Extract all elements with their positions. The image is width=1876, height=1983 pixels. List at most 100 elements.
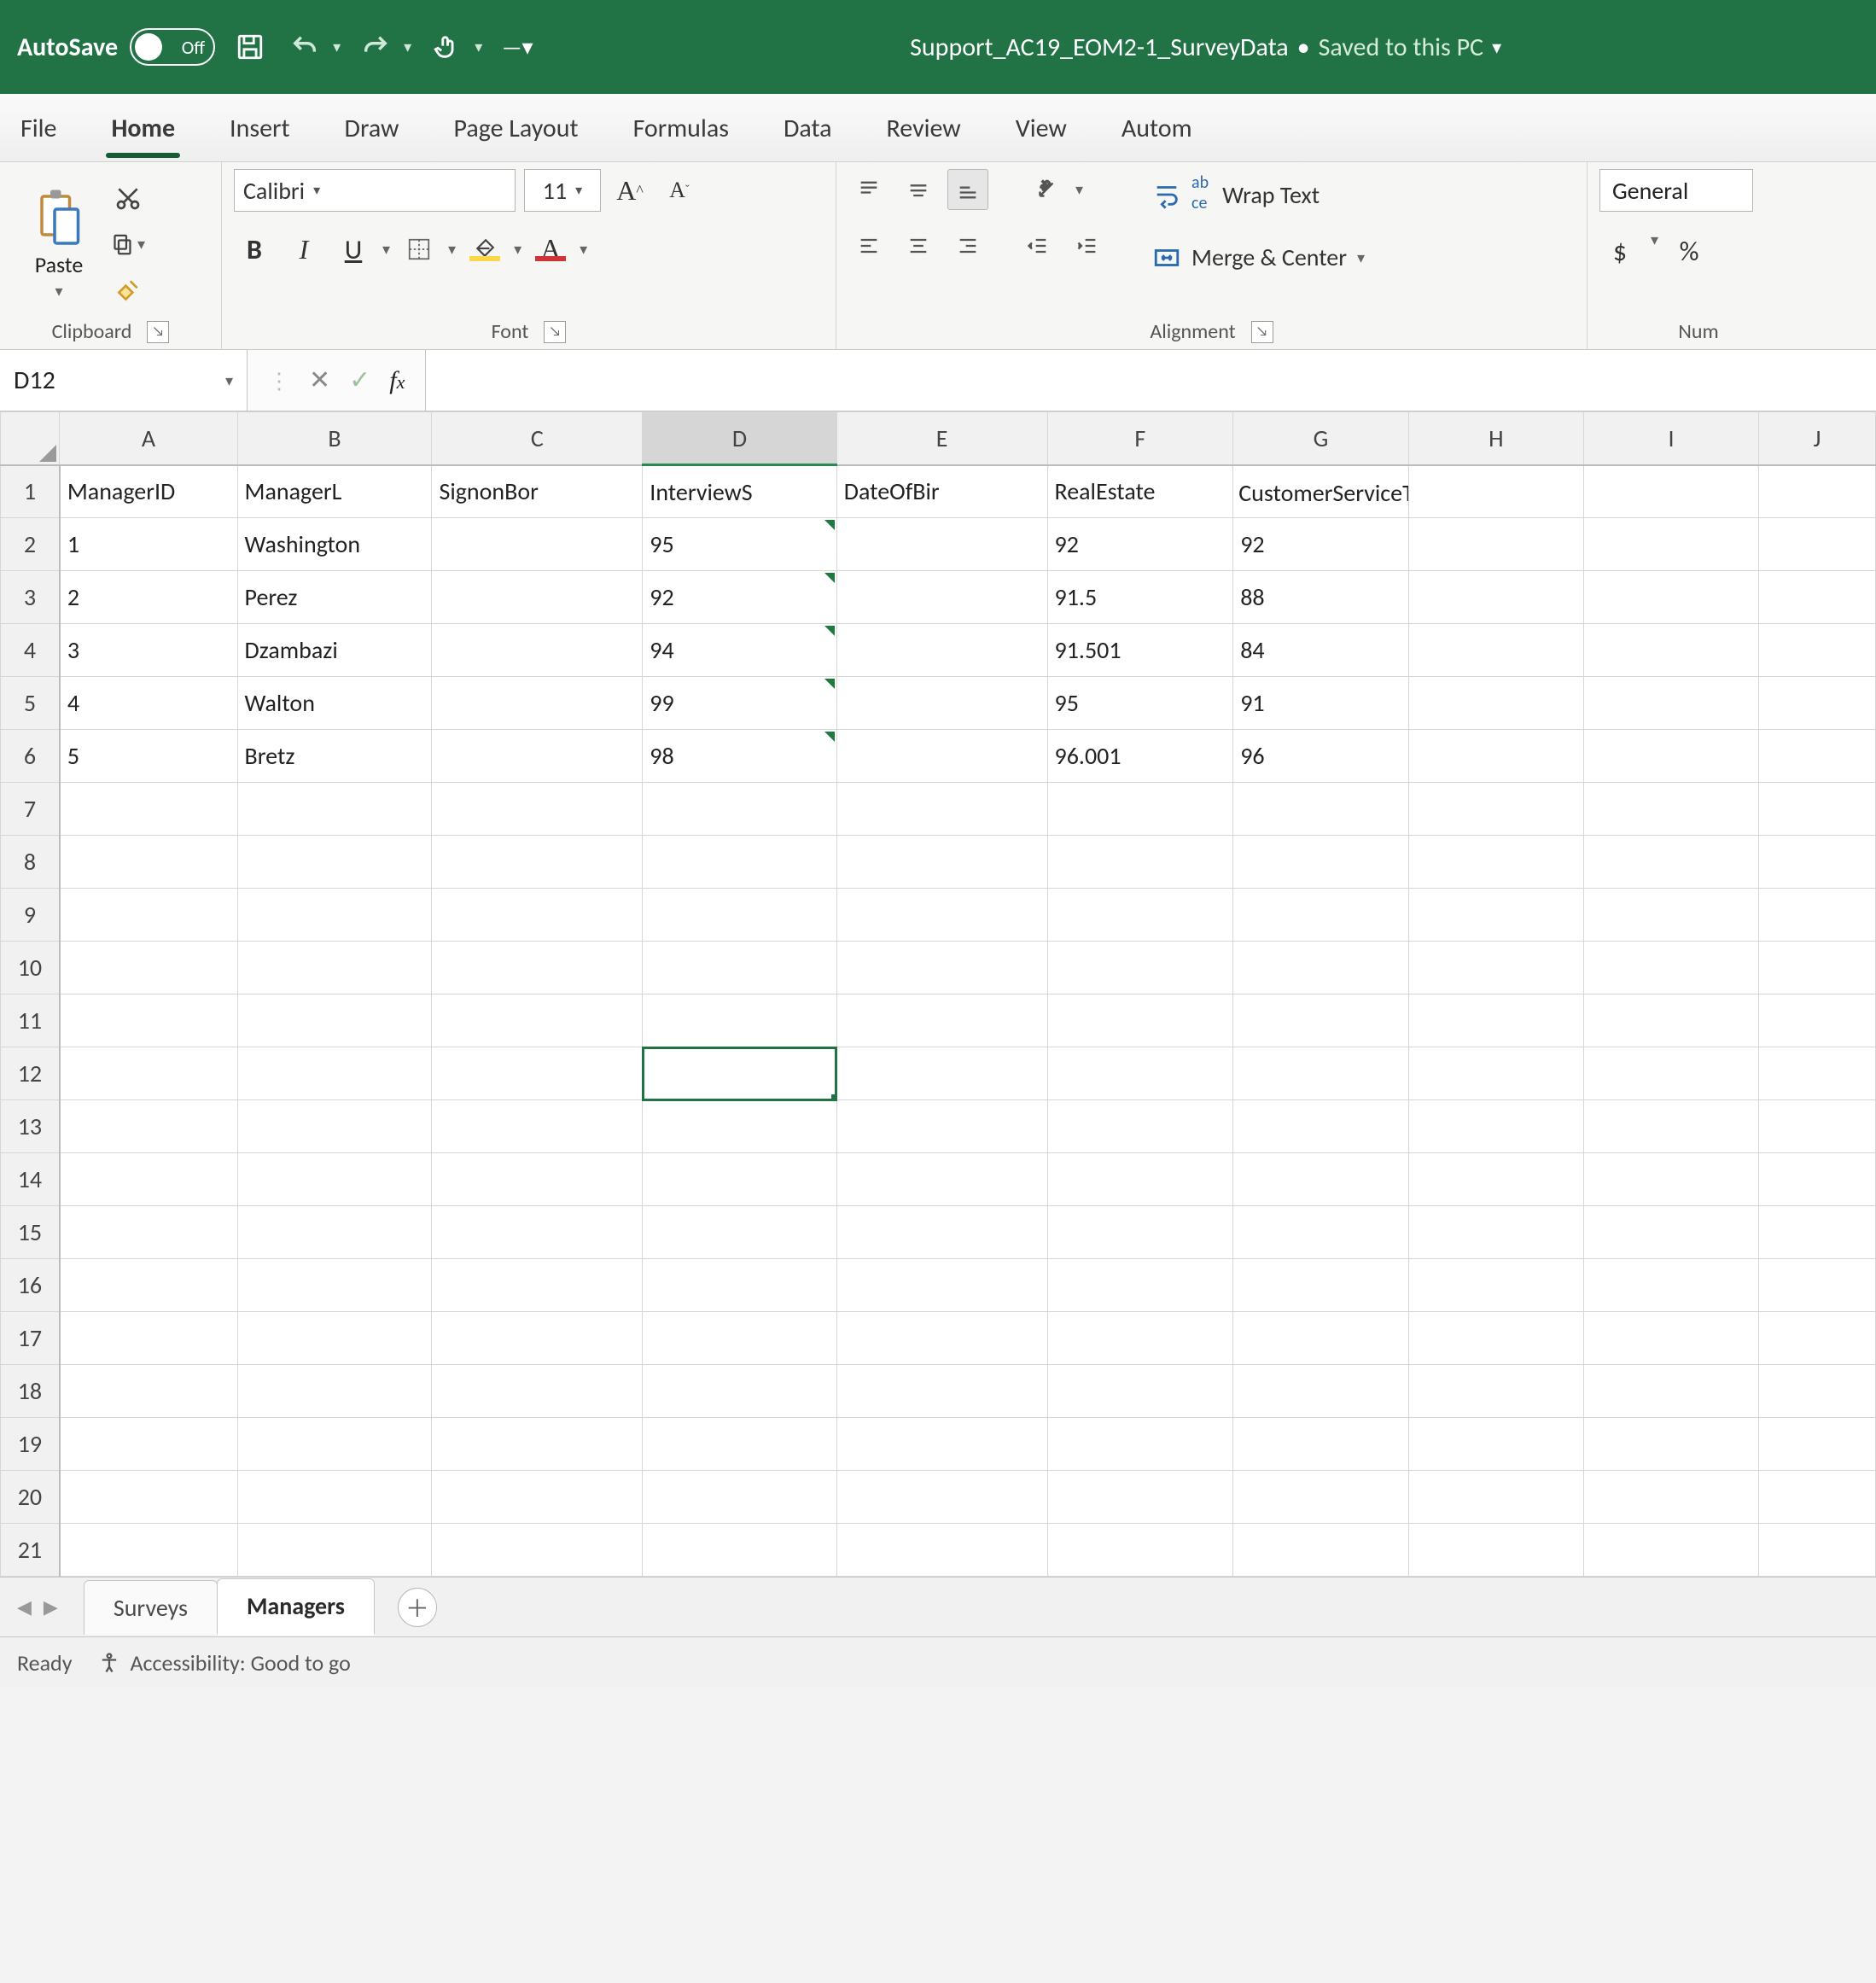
- row-header[interactable]: 19: [1, 1418, 60, 1471]
- cell[interactable]: [836, 571, 1047, 624]
- cell[interactable]: [836, 1524, 1047, 1577]
- cell[interactable]: [1758, 677, 1875, 730]
- error-indicator-icon[interactable]: [824, 573, 835, 583]
- row-header[interactable]: 9: [1, 889, 60, 942]
- row-header[interactable]: 18: [1, 1365, 60, 1418]
- format-painter-icon[interactable]: [111, 273, 145, 307]
- undo-icon[interactable]: [285, 27, 324, 67]
- accept-formula-icon[interactable]: ✓: [349, 365, 370, 396]
- cell[interactable]: [237, 1418, 432, 1471]
- touch-dropdown[interactable]: ▾: [475, 38, 482, 56]
- cell[interactable]: Washington: [237, 518, 432, 571]
- cell[interactable]: [1584, 942, 1759, 994]
- table-row[interactable]: 7: [1, 783, 1876, 836]
- cell[interactable]: [1408, 518, 1583, 571]
- col-header-A[interactable]: A: [60, 412, 237, 465]
- table-row[interactable]: 65Bretz9896.00196: [1, 730, 1876, 783]
- cell[interactable]: [1408, 1471, 1583, 1524]
- cell[interactable]: [60, 889, 237, 942]
- cell[interactable]: [237, 1100, 432, 1153]
- cell[interactable]: [432, 1259, 643, 1312]
- sheet-table[interactable]: A B C D E F G H I J 1ManagerIDManagerLSi…: [0, 411, 1876, 1577]
- cell[interactable]: [1584, 1365, 1759, 1418]
- title-dropdown-icon[interactable]: ▾: [1492, 36, 1501, 59]
- table-row[interactable]: 17: [1, 1312, 1876, 1365]
- cell[interactable]: [1047, 1365, 1233, 1418]
- cell[interactable]: [1584, 1312, 1759, 1365]
- cell[interactable]: [60, 836, 237, 889]
- cell[interactable]: [1047, 1524, 1233, 1577]
- cell[interactable]: [60, 1312, 237, 1365]
- cut-icon[interactable]: [111, 181, 145, 215]
- cell[interactable]: [432, 518, 643, 571]
- cell[interactable]: [1584, 1100, 1759, 1153]
- cell[interactable]: [1408, 624, 1583, 677]
- cell[interactable]: InterviewS: [643, 465, 836, 518]
- cell[interactable]: [1047, 1100, 1233, 1153]
- cell[interactable]: [836, 1471, 1047, 1524]
- cell[interactable]: [60, 942, 237, 994]
- row-header[interactable]: 12: [1, 1047, 60, 1100]
- table-row[interactable]: 18: [1, 1365, 1876, 1418]
- font-color-button[interactable]: A: [530, 229, 571, 270]
- table-row[interactable]: 21Washington959292: [1, 518, 1876, 571]
- cell[interactable]: [1758, 1259, 1875, 1312]
- table-row[interactable]: 9: [1, 889, 1876, 942]
- cell[interactable]: [60, 994, 237, 1047]
- cell[interactable]: [836, 889, 1047, 942]
- col-header-J[interactable]: J: [1758, 412, 1875, 465]
- row-header[interactable]: 5: [1, 677, 60, 730]
- cell[interactable]: [432, 1153, 643, 1206]
- cell[interactable]: [1584, 465, 1759, 518]
- cell[interactable]: [1408, 571, 1583, 624]
- increase-indent-icon[interactable]: [1067, 225, 1108, 266]
- cell[interactable]: [432, 836, 643, 889]
- tab-formulas[interactable]: Formulas: [621, 97, 741, 161]
- table-row[interactable]: 15: [1, 1206, 1876, 1259]
- merge-dropdown-icon[interactable]: ▾: [1357, 248, 1365, 267]
- cell[interactable]: [1233, 1365, 1409, 1418]
- cell[interactable]: [1584, 836, 1759, 889]
- cell[interactable]: [1584, 1471, 1759, 1524]
- cell[interactable]: [1758, 624, 1875, 677]
- cell[interactable]: [643, 1418, 836, 1471]
- cell[interactable]: [836, 994, 1047, 1047]
- cell[interactable]: [836, 1418, 1047, 1471]
- row-header[interactable]: 7: [1, 783, 60, 836]
- cell[interactable]: [836, 624, 1047, 677]
- cell[interactable]: 4: [60, 677, 237, 730]
- cell[interactable]: [432, 1047, 643, 1100]
- cell[interactable]: [1758, 1418, 1875, 1471]
- cell[interactable]: [1758, 1524, 1875, 1577]
- cell[interactable]: [432, 1418, 643, 1471]
- cell[interactable]: 99: [643, 677, 836, 730]
- cell[interactable]: [643, 994, 836, 1047]
- cell[interactable]: [643, 1259, 836, 1312]
- cell[interactable]: [237, 994, 432, 1047]
- cell[interactable]: [237, 836, 432, 889]
- table-row[interactable]: 12: [1, 1047, 1876, 1100]
- table-row[interactable]: 16: [1, 1259, 1876, 1312]
- cell[interactable]: [1047, 1418, 1233, 1471]
- table-row[interactable]: 32Perez9291.588: [1, 571, 1876, 624]
- cell[interactable]: [1408, 1418, 1583, 1471]
- cell[interactable]: [432, 1312, 643, 1365]
- cell[interactable]: ManagerL: [237, 465, 432, 518]
- column-header-row[interactable]: A B C D E F G H I J: [1, 412, 1876, 465]
- cell[interactable]: [432, 783, 643, 836]
- cell[interactable]: [1047, 1206, 1233, 1259]
- bold-button[interactable]: B: [234, 229, 275, 270]
- cell[interactable]: [237, 1471, 432, 1524]
- cell[interactable]: [1584, 571, 1759, 624]
- cell[interactable]: [237, 783, 432, 836]
- cell[interactable]: [1408, 783, 1583, 836]
- cell[interactable]: [60, 1471, 237, 1524]
- font-dialog-launcher[interactable]: ↘: [544, 321, 566, 343]
- cell[interactable]: [1233, 1259, 1409, 1312]
- cell[interactable]: [836, 1312, 1047, 1365]
- cell[interactable]: Bretz: [237, 730, 432, 783]
- error-indicator-icon[interactable]: [824, 732, 835, 742]
- cell[interactable]: [1584, 783, 1759, 836]
- fx-icon[interactable]: fx: [389, 366, 405, 395]
- cell[interactable]: [432, 1524, 643, 1577]
